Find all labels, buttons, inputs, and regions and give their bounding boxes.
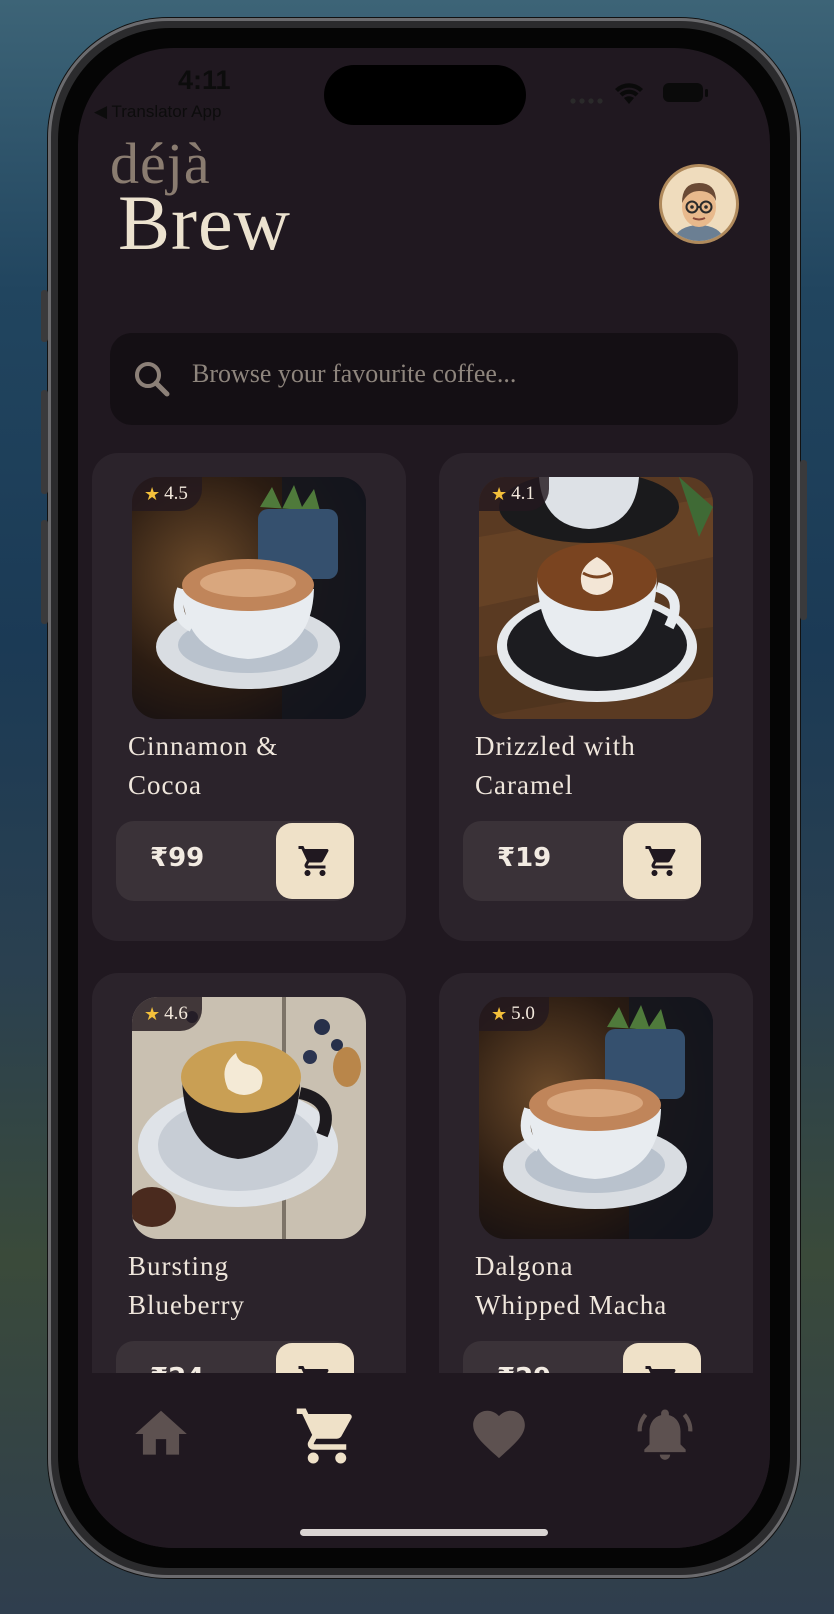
search-icon — [135, 362, 170, 397]
dynamic-island — [324, 65, 526, 125]
product-name: Dalgona Whipped Macha — [475, 1247, 735, 1325]
status-time: 4:11 — [178, 65, 231, 95]
rating-badge: ★ 5.0 — [479, 997, 549, 1031]
logo-brew: Brew — [118, 179, 291, 266]
product-name-line2: Cocoa — [128, 770, 202, 800]
add-to-cart-button[interactable] — [623, 823, 701, 899]
search-bar[interactable]: Browse your favourite coffee... — [110, 333, 738, 425]
star-icon: ★ — [491, 484, 508, 504]
battery-tip — [705, 89, 708, 97]
price-bar: ₹99 — [116, 821, 354, 901]
tab-home[interactable] — [130, 1403, 192, 1469]
rating-value: 4.1 — [511, 483, 535, 504]
star-icon: ★ — [144, 1004, 161, 1024]
tab-favourites[interactable] — [468, 1403, 530, 1469]
product-price: ₹19 — [497, 843, 552, 873]
heart-icon — [473, 1410, 525, 1459]
rating-value: 4.5 — [164, 483, 188, 504]
side-button-volume-down — [41, 520, 48, 624]
product-name-line1: Cinnamon & — [128, 731, 279, 761]
product-card[interactable]: ★ 4.5 Cinnamon & Cocoa ₹99 — [92, 453, 406, 941]
product-name-line2: Whipped Macha — [475, 1290, 668, 1320]
star-icon: ★ — [491, 1004, 508, 1024]
product-name-line1: Drizzled with — [475, 731, 636, 761]
side-button-volume-up — [41, 390, 48, 494]
rating-badge: ★ 4.6 — [132, 997, 202, 1031]
cart-icon — [296, 1408, 352, 1464]
price-bar: ₹19 — [463, 821, 701, 901]
product-name: Cinnamon & Cocoa — [128, 727, 388, 805]
tab-cart[interactable] — [294, 1403, 360, 1473]
add-to-cart-button[interactable] — [276, 823, 354, 899]
product-image: ★ 4.6 — [132, 997, 366, 1239]
back-to-app-link[interactable]: ◀ Translator App — [94, 102, 221, 122]
avatar-icon — [675, 183, 723, 241]
product-name-line1: Bursting — [128, 1251, 230, 1281]
product-card[interactable]: ★ 4.1 Drizzled with Caramel ₹19 — [439, 453, 753, 941]
tab-bar — [78, 1373, 770, 1548]
bell-icon — [637, 1409, 693, 1460]
product-image: ★ 5.0 — [479, 997, 713, 1239]
wifi-icon — [615, 83, 643, 104]
product-name-line1: Dalgona — [475, 1251, 574, 1281]
home-indicator[interactable] — [300, 1529, 548, 1536]
avatar[interactable] — [662, 167, 736, 241]
rating-value: 5.0 — [511, 1003, 535, 1024]
rating-badge: ★ 4.1 — [479, 477, 549, 511]
product-name: Drizzled with Caramel — [475, 727, 735, 805]
side-button-action — [41, 290, 48, 342]
rating-badge: ★ 4.5 — [132, 477, 202, 511]
tab-notifications[interactable] — [634, 1403, 696, 1469]
search-input[interactable]: Browse your favourite coffee... — [192, 359, 516, 389]
star-icon: ★ — [144, 484, 161, 504]
cart-icon — [298, 846, 329, 876]
product-name: Bursting Blueberry — [128, 1247, 388, 1325]
rating-value: 4.6 — [164, 1003, 188, 1024]
product-price: ₹99 — [150, 843, 205, 873]
product-image: ★ 4.1 — [479, 477, 713, 719]
side-button-power — [800, 460, 807, 620]
home-icon — [135, 1410, 187, 1455]
app-screen: 4:11 ◀ Translator App déjà Brew Browse y… — [78, 48, 770, 1548]
product-image: ★ 4.5 — [132, 477, 366, 719]
product-name-line2: Blueberry — [128, 1290, 245, 1320]
cart-icon — [645, 846, 676, 876]
battery-icon — [663, 83, 703, 102]
product-name-line2: Caramel — [475, 770, 574, 800]
signal-icon — [570, 98, 603, 104]
